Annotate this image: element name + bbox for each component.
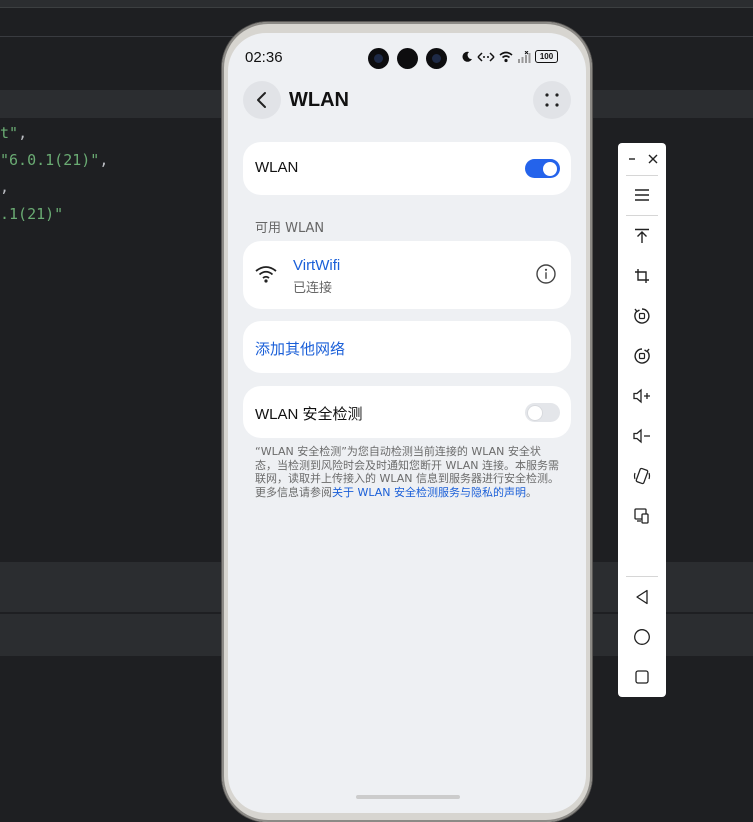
code-line[interactable]: "6.0.1(21)", bbox=[0, 151, 108, 169]
shake-icon bbox=[633, 467, 651, 485]
volume-down-icon bbox=[633, 428, 650, 444]
crop-icon bbox=[635, 269, 649, 283]
camera-icon bbox=[426, 48, 447, 69]
toolbar-crop-button[interactable] bbox=[618, 261, 666, 291]
close-icon bbox=[648, 154, 658, 164]
wifi-status-icon bbox=[499, 51, 513, 62]
network-name: VirtWifi bbox=[293, 257, 341, 274]
toolbar-shake-button[interactable] bbox=[618, 461, 666, 491]
more-options-button[interactable] bbox=[533, 81, 571, 119]
page-title: WLAN bbox=[289, 89, 349, 111]
battery-icon: 100 bbox=[535, 50, 558, 63]
toolbar-home-button[interactable] bbox=[618, 622, 666, 652]
recents-icon bbox=[635, 670, 649, 684]
toolbar-back-button[interactable] bbox=[618, 582, 666, 612]
rotate-right-icon bbox=[634, 348, 650, 364]
back-button[interactable] bbox=[243, 81, 281, 119]
add-network-link[interactable]: 添加其他网络 bbox=[255, 338, 345, 359]
toolbar-volume-up-button[interactable] bbox=[618, 381, 666, 411]
rotate-left-icon bbox=[634, 308, 650, 324]
status-time: 02:36 bbox=[245, 49, 283, 66]
toolbar-divider bbox=[626, 576, 658, 577]
security-check-label: WLAN 安全检测 bbox=[255, 406, 363, 423]
info-icon[interactable] bbox=[536, 264, 556, 284]
code-line[interactable]: t", bbox=[0, 124, 27, 142]
data-transfer-icon bbox=[477, 51, 495, 62]
wlan-toggle-row[interactable]: WLAN bbox=[243, 142, 571, 195]
code-line[interactable]: .1(21)" bbox=[0, 205, 63, 223]
toolbar-volume-down-button[interactable] bbox=[618, 421, 666, 451]
toolbar-screen-cast-button[interactable] bbox=[618, 501, 666, 531]
ide-top-strip bbox=[0, 0, 753, 8]
security-check-switch[interactable] bbox=[525, 403, 560, 422]
wifi-icon bbox=[255, 266, 277, 283]
security-check-description: “WLAN 安全检测”为您自动检测当前连接的 WLAN 安全状态，当检测到风险时… bbox=[255, 445, 560, 499]
camera-icon bbox=[368, 48, 389, 69]
more-dots-icon bbox=[545, 93, 559, 107]
home-icon bbox=[634, 629, 650, 645]
moon-icon bbox=[462, 51, 472, 62]
chevron-left-icon bbox=[257, 92, 266, 108]
toolbar-top-button[interactable] bbox=[618, 221, 666, 251]
close-button[interactable] bbox=[643, 149, 663, 169]
upload-top-icon bbox=[635, 228, 649, 243]
toolbar-divider bbox=[626, 175, 658, 176]
available-wlan-heading: 可用 WLAN bbox=[255, 221, 325, 236]
toolbar-recents-button[interactable] bbox=[618, 662, 666, 692]
screen-cast-icon bbox=[634, 508, 649, 524]
toolbar-rotate-right-button[interactable] bbox=[618, 341, 666, 371]
signal-icon bbox=[518, 50, 531, 63]
privacy-statement-link[interactable]: 关于 WLAN 安全检测服务与隐私的声明 bbox=[332, 486, 526, 499]
security-check-row[interactable]: WLAN 安全检测 bbox=[243, 386, 571, 438]
wlan-switch[interactable] bbox=[525, 159, 560, 178]
add-network-row[interactable]: 添加其他网络 bbox=[243, 321, 571, 373]
status-bar: 02:36 100 bbox=[228, 33, 586, 79]
emulator-toolbar bbox=[618, 143, 666, 697]
toolbar-menu-button[interactable] bbox=[618, 180, 666, 210]
toolbar-rotate-left-button[interactable] bbox=[618, 301, 666, 331]
toolbar-divider bbox=[626, 215, 658, 216]
menu-icon bbox=[635, 189, 649, 201]
wlan-toggle-label: WLAN bbox=[255, 159, 299, 176]
status-icons: 100 bbox=[461, 50, 558, 63]
volume-up-icon bbox=[633, 388, 650, 404]
camera-icon bbox=[397, 48, 418, 69]
network-status: 已连接 bbox=[293, 281, 333, 296]
minimize-icon bbox=[629, 158, 635, 160]
minimize-button[interactable] bbox=[622, 149, 642, 169]
network-row[interactable]: VirtWifi 已连接 bbox=[243, 241, 571, 309]
code-line[interactable]: , bbox=[0, 178, 9, 196]
phone-screen: 02:36 100 WLAN WLAN 可用 WLAN VirtWifi 已连接 bbox=[228, 33, 586, 813]
back-icon bbox=[636, 589, 648, 605]
